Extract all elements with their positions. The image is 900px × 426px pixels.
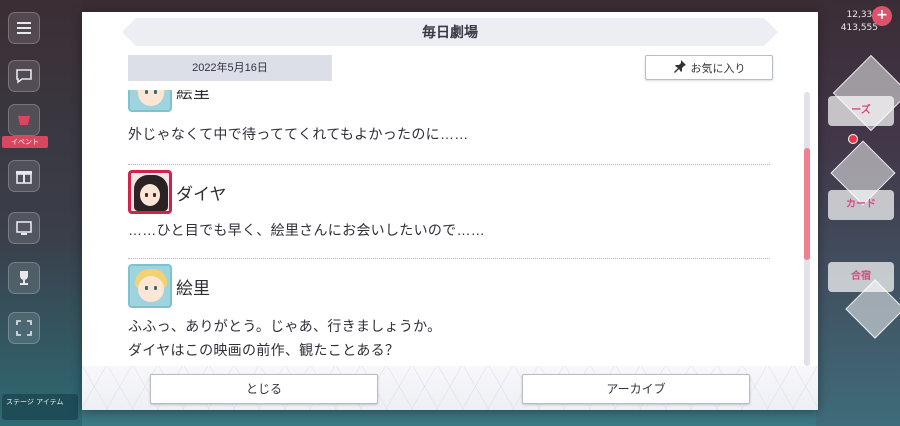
dialogue-list[interactable]: 絵里 外じゃなくて中で待っててくれてもよかったのに…… ダイヤ ……ひと目でも早…	[128, 90, 772, 368]
favorite-button-label: お気に入り	[690, 61, 746, 75]
dialogue-line: ……ひと目でも早く、絵里さんにお会いしたいので……	[128, 222, 486, 238]
favorite-button[interactable]: お気に入り	[645, 55, 773, 80]
dialogue-line: 外じゃなくて中で待っててくれてもよかったのに……	[128, 126, 469, 142]
add-resource-button[interactable]: +	[872, 6, 892, 26]
stage-item-tag[interactable]: ステージ アイテム	[2, 394, 78, 420]
right-button-3[interactable]: 合宿	[828, 262, 894, 292]
expand-icon[interactable]	[8, 312, 40, 344]
scrollbar-thumb[interactable]	[804, 148, 810, 260]
hamburger-menu-icon[interactable]	[8, 12, 40, 44]
chat-bubble-icon[interactable]	[8, 60, 40, 92]
date-label: 2022年5月16日	[128, 55, 332, 81]
right-button-2[interactable]: カード	[828, 190, 894, 220]
daily-theater-dialog: 毎日劇場 2022年5月16日 お気に入り 絵里 外じゃなくて中で待っててくれて…	[82, 12, 818, 410]
separator	[128, 258, 770, 259]
dialogue-entry: 絵里 外じゃなくて中で待っててくれてもよかったのに……	[128, 90, 772, 146]
separator	[128, 164, 770, 165]
scrollbar[interactable]	[804, 92, 810, 366]
dialogue-line: ダイヤはこの映画の前作、観たことある？	[128, 342, 400, 358]
notification-dot	[848, 134, 858, 144]
resource-counter-bottom: 413,555	[840, 23, 878, 33]
right-button-1[interactable]: ーズ	[828, 96, 894, 126]
event-icon[interactable]	[8, 104, 40, 136]
event-tag: イベント	[2, 136, 48, 148]
pin-icon	[673, 59, 687, 76]
dialogue-line: ふふっ、ありがとう。じゃあ、行きましょうか。	[128, 318, 442, 334]
dialog-title: 毎日劇場	[122, 18, 778, 46]
eli-avatar	[128, 264, 172, 308]
archive-button[interactable]: アーカイブ	[522, 374, 750, 404]
left-sidebar: イベント ステージ アイテム	[0, 0, 82, 426]
gift-icon[interactable]	[8, 160, 40, 192]
close-button[interactable]: とじる	[150, 374, 378, 404]
screen-icon[interactable]	[8, 212, 40, 244]
speaker-name: ダイヤ	[176, 184, 227, 204]
dia-avatar	[128, 170, 172, 214]
speaker-name: 絵里	[176, 90, 210, 102]
dialogue-entry: ダイヤ ……ひと目でも早く、絵里さんにお会いしたいので……	[128, 170, 772, 242]
dialogue-entry: 絵里 ふふっ、ありがとう。じゃあ、行きましょうか。 ダイヤはこの映画の前作、観た…	[128, 264, 772, 362]
eli-avatar	[128, 90, 172, 112]
right-sidebar: 12,337 413,555 + ーズ カード 合宿	[816, 0, 900, 426]
trophy-icon[interactable]	[8, 262, 40, 294]
speaker-name: 絵里	[176, 278, 210, 298]
